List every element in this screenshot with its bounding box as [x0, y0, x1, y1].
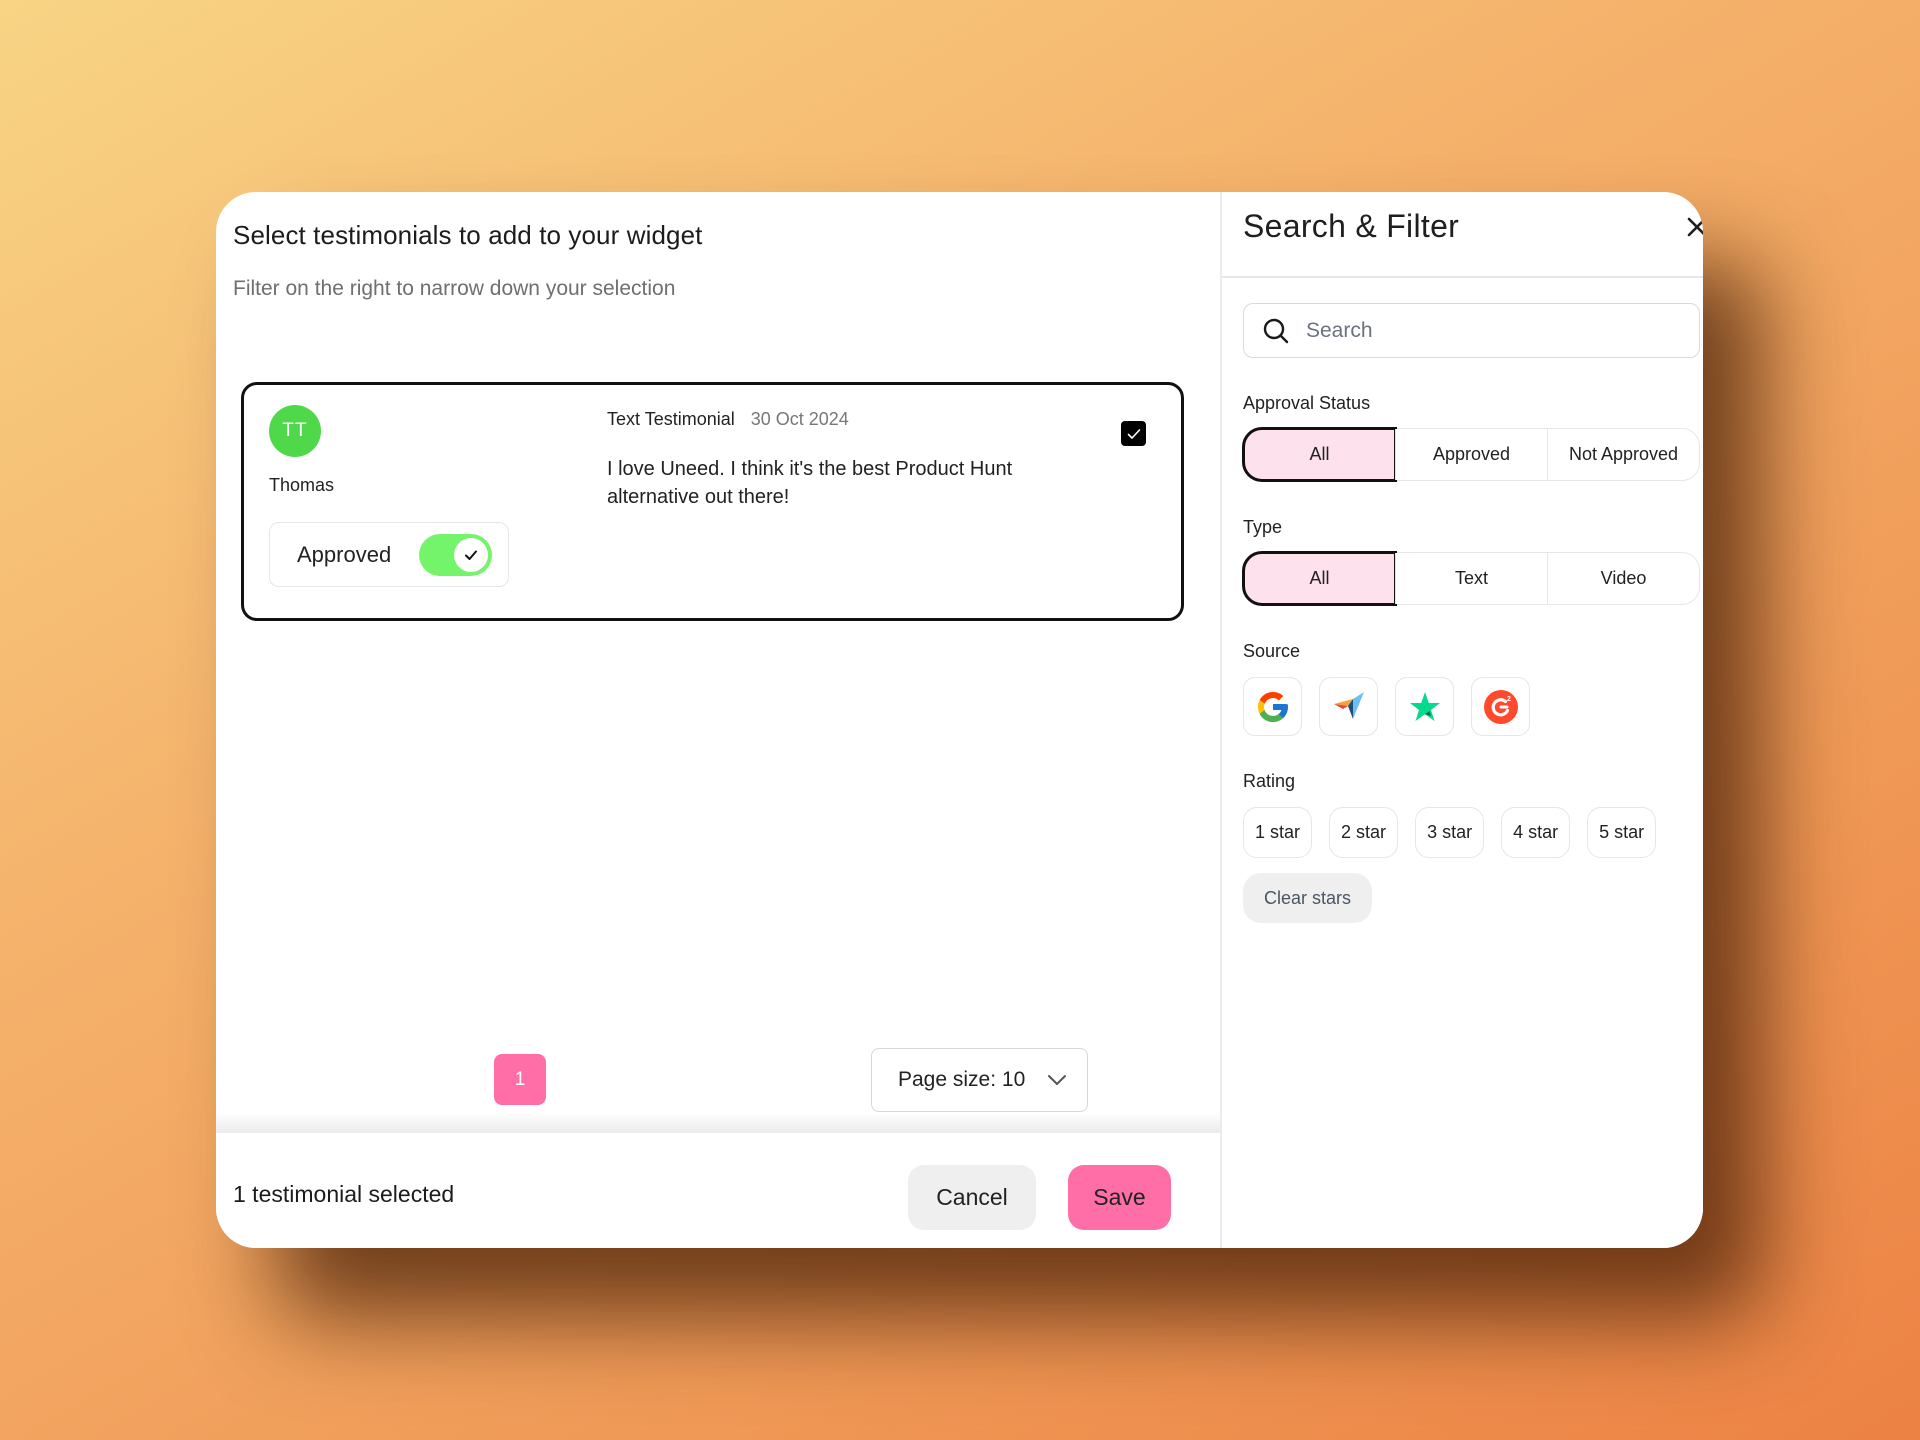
- select-checkbox[interactable]: [1121, 421, 1146, 446]
- type-option-text[interactable]: Text: [1395, 553, 1547, 604]
- close-icon: [1687, 217, 1703, 237]
- page-button-1[interactable]: 1: [494, 1054, 546, 1105]
- type-label: Type: [1243, 517, 1283, 537]
- svg-text:2: 2: [1507, 696, 1511, 703]
- page-size-label: Page size: 10: [898, 1068, 1026, 1091]
- checkmark-icon: [1127, 428, 1140, 439]
- type-segmented: All Text Video: [1242, 551, 1700, 606]
- rating-3-star[interactable]: 3 star: [1415, 807, 1485, 858]
- source-g2-button[interactable]: 2: [1471, 677, 1530, 736]
- approval-option-all[interactable]: All: [1242, 427, 1397, 482]
- source-options: 2: [1243, 677, 1530, 736]
- search-icon: [1263, 318, 1289, 343]
- testimonial-meta: Text Testimonial 30 Oct 2024: [607, 409, 849, 430]
- rating-2-star[interactable]: 2 star: [1329, 807, 1399, 858]
- source-capterra-button[interactable]: [1319, 677, 1378, 736]
- filter-title: Search & Filter: [1243, 208, 1460, 244]
- g2-icon: 2: [1483, 689, 1518, 724]
- source-google-button[interactable]: [1243, 677, 1302, 736]
- search-filter-panel: Search & Filter Approval Status All Appr…: [1220, 192, 1703, 1248]
- testimonials-panel: Select testimonials to add to your widge…: [216, 192, 1220, 1248]
- rating-label: Rating: [1243, 771, 1296, 791]
- approval-status-segmented: All Approved Not Approved: [1242, 427, 1700, 482]
- type-option-video[interactable]: Video: [1547, 553, 1699, 604]
- approval-toggle[interactable]: [419, 534, 492, 576]
- approval-option-approved[interactable]: Approved: [1395, 429, 1547, 480]
- trustpilot-icon: [1409, 691, 1440, 721]
- testimonial-date: 30 Oct 2024: [750, 409, 849, 429]
- testimonial-card[interactable]: TT Thomas Approved Text Testimonial 30 O…: [241, 382, 1184, 621]
- avatar: TT: [269, 405, 321, 457]
- modal-footer: 1 testimonial selected Cancel Save: [216, 1133, 1220, 1248]
- modal-subtitle: Filter on the right to narrow down your …: [233, 277, 676, 300]
- author-name: Thomas: [269, 475, 335, 495]
- header-divider: [1222, 276, 1703, 278]
- type-option-all[interactable]: All: [1242, 551, 1397, 606]
- rating-1-star[interactable]: 1 star: [1243, 807, 1313, 858]
- chevron-down-icon: [1048, 1075, 1067, 1085]
- approval-option-not-approved[interactable]: Not Approved: [1547, 429, 1699, 480]
- check-icon: [465, 550, 477, 560]
- rating-4-star[interactable]: 4 star: [1501, 807, 1571, 858]
- footer-shadow: [216, 1112, 1220, 1133]
- approval-status-label: Approval Status: [1243, 393, 1371, 413]
- select-testimonials-modal: Select testimonials to add to your widge…: [216, 192, 1703, 1248]
- search-input[interactable]: [1306, 318, 1666, 343]
- rating-5-star[interactable]: 5 star: [1587, 807, 1657, 858]
- rating-options: 1 star 2 star 3 star 4 star 5 star: [1243, 807, 1657, 858]
- approval-toggle-box: Approved: [269, 522, 509, 587]
- search-field[interactable]: [1243, 303, 1700, 358]
- save-button[interactable]: Save: [1068, 1165, 1171, 1230]
- testimonial-type: Text Testimonial: [607, 409, 735, 429]
- cancel-button[interactable]: Cancel: [908, 1165, 1036, 1230]
- selected-count: 1 testimonial selected: [233, 1181, 455, 1207]
- modal-title: Select testimonials to add to your widge…: [233, 220, 703, 250]
- toggle-knob: [454, 538, 488, 572]
- testimonial-text: I love Uneed. I think it's the best Prod…: [607, 458, 1013, 508]
- google-icon: [1257, 691, 1288, 722]
- clear-stars-button[interactable]: Clear stars: [1243, 873, 1373, 923]
- source-trustpilot-button[interactable]: [1395, 677, 1454, 736]
- approval-label: Approved: [297, 541, 392, 567]
- page-size-select[interactable]: Page size: 10: [871, 1048, 1088, 1112]
- source-label: Source: [1243, 641, 1301, 661]
- capterra-icon: [1333, 691, 1364, 719]
- close-button[interactable]: [1682, 212, 1703, 242]
